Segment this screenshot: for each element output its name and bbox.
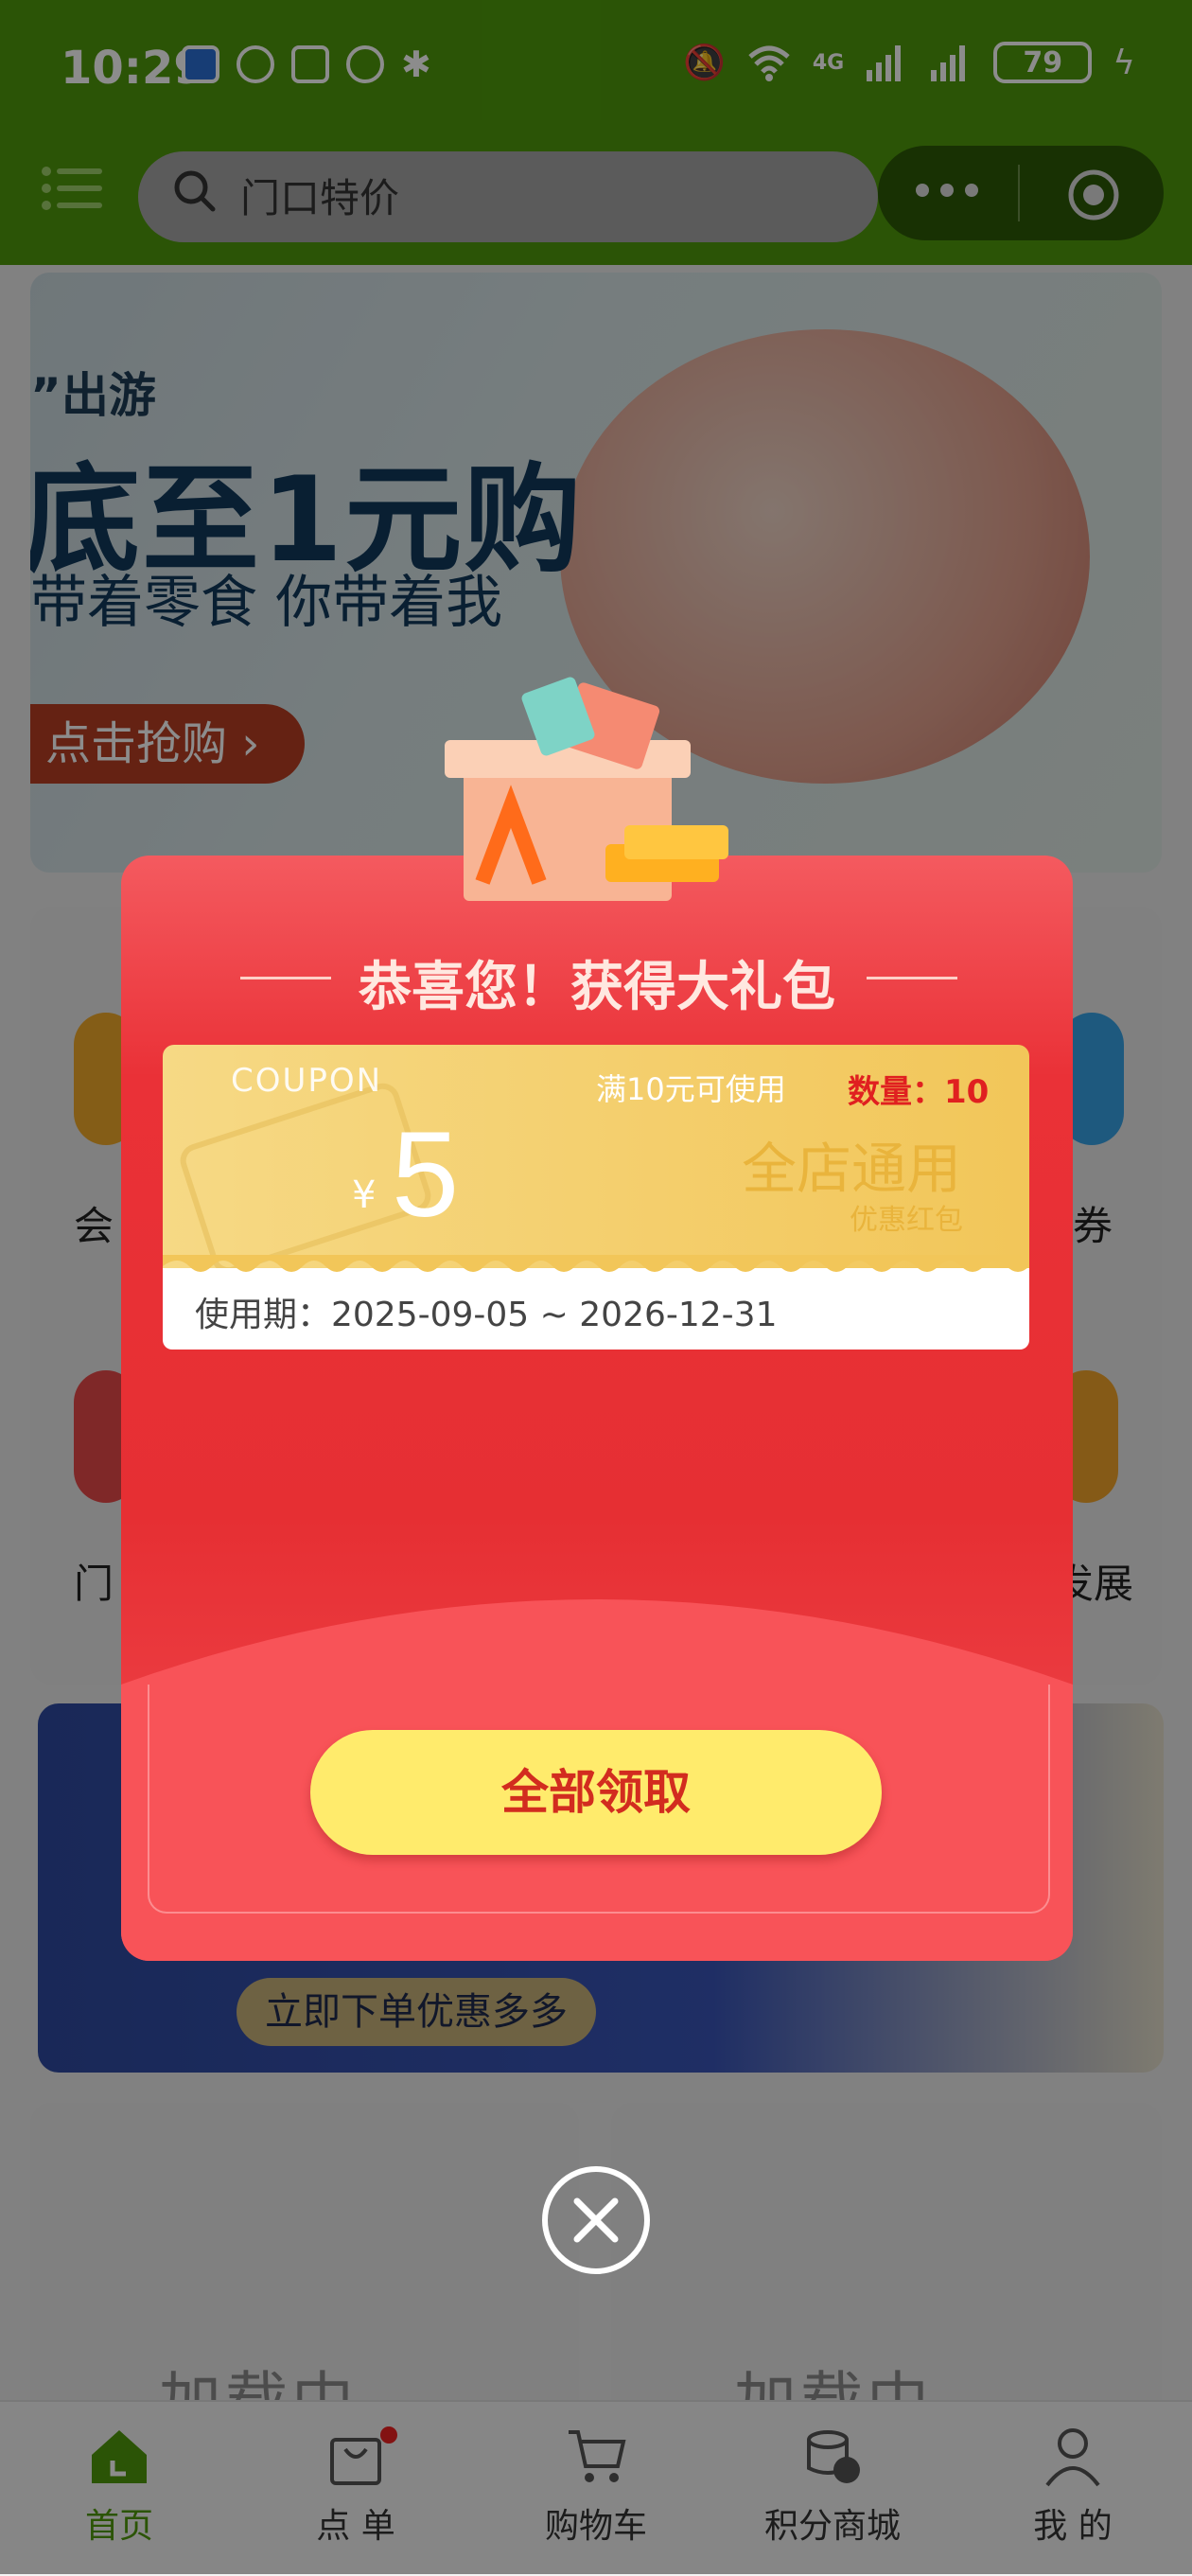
coupon-watermark: COUPON	[231, 1062, 383, 1100]
close-icon[interactable]	[539, 2163, 653, 2277]
coupon-amount: 5	[392, 1107, 460, 1243]
coupon-zigzag-edge	[163, 1255, 1029, 1272]
coupon-scope: 全店通用	[742, 1137, 962, 1201]
coupon-currency: ¥	[352, 1173, 377, 1217]
coupon-validity: 使用期：2025-09-05 ~ 2026-12-31	[195, 1296, 778, 1334]
claim-all-button[interactable]: 全部领取	[310, 1730, 882, 1855]
modal-title: 恭喜您！获得大礼包	[359, 957, 835, 1018]
gift-box-icon	[445, 677, 728, 901]
coupon-card: COUPON ¥ 5 满10元可使用 数量：10 全店通用 优惠红包	[163, 1045, 1029, 1268]
coupon-condition: 满10元可使用	[596, 1071, 786, 1107]
coupon-quantity: 数量：10	[848, 1073, 990, 1111]
coupon-type: 优惠红包	[850, 1204, 963, 1237]
